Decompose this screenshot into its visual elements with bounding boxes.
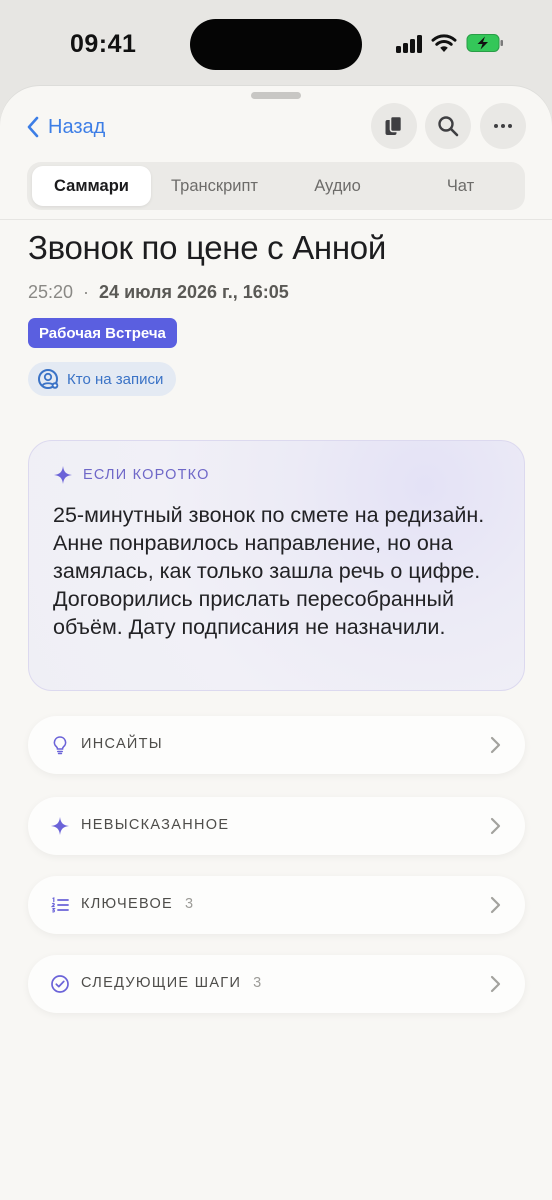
- tab-audio[interactable]: Аудио: [276, 166, 399, 206]
- section-label: СЛЕДУЮЩИЕ ШАГИ 3: [81, 975, 261, 991]
- chevron-right-icon: [490, 817, 501, 835]
- back-label: Назад: [48, 115, 106, 138]
- section-label: НЕВЫСКАЗАННОЕ: [81, 817, 241, 833]
- meta-separator: ·: [83, 282, 90, 302]
- section-title: КЛЮЧЕВОЕ: [81, 896, 174, 912]
- wifi-icon: [431, 34, 457, 52]
- page-title: Звонок по цене с Анной: [28, 229, 386, 266]
- battery-charging-icon: [466, 34, 503, 52]
- speakers-label: Кто на записи: [67, 370, 164, 388]
- section-unspoken[interactable]: НЕВЫСКАЗАННОЕ: [28, 797, 525, 855]
- section-title: СЛЕДУЮЩИЕ ШАГИ: [81, 975, 242, 991]
- chevron-right-icon: [490, 896, 501, 914]
- tab-summary[interactable]: Саммари: [32, 166, 151, 206]
- header-divider: [0, 219, 552, 220]
- chevron-left-icon: [27, 116, 39, 138]
- section-label: КЛЮЧЕВОЕ 3: [81, 896, 193, 912]
- chevron-right-icon: [490, 975, 501, 993]
- section-title: НЕВЫСКАЗАННОЕ: [81, 817, 230, 833]
- cellular-signal-icon: [396, 35, 424, 53]
- summary-heading: ЕСЛИ КОРОТКО: [53, 465, 210, 485]
- meeting-meta: 25:20 · 24 июля 2026 г., 16:05: [28, 282, 289, 303]
- meeting-date: 24 июля 2026 г., 16:05: [99, 282, 289, 302]
- sparkle-icon: [54, 466, 72, 484]
- view-tabs: Саммари Транскрипт Аудио Чат: [27, 162, 525, 210]
- copy-icon: [385, 115, 403, 135]
- chevron-right-icon: [490, 736, 501, 754]
- speakers-icon: [38, 369, 59, 389]
- meeting-duration: 25:20: [28, 282, 74, 302]
- more-button[interactable]: [480, 103, 526, 149]
- tab-transcript[interactable]: Транскрипт: [153, 166, 276, 206]
- tab-chat[interactable]: Чат: [399, 166, 522, 206]
- check-circle-icon: [51, 975, 69, 993]
- section-label: ИНСАЙТЫ: [81, 736, 175, 752]
- section-insights[interactable]: ИНСАЙТЫ: [28, 716, 525, 774]
- back-button[interactable]: Назад: [26, 114, 105, 140]
- section-count: 3: [185, 896, 194, 912]
- meeting-sheet: Назад Саммари Транскрипт Аудио Чат Звоно…: [0, 86, 552, 1200]
- summary-heading-label: ЕСЛИ КОРОТКО: [83, 467, 210, 483]
- summary-text: 25-минутный звонок по смете на редизайн.…: [53, 503, 485, 639]
- status-time: 09:41: [70, 30, 137, 58]
- search-button[interactable]: [425, 103, 471, 149]
- dynamic-island: [190, 19, 362, 70]
- section-key-points[interactable]: КЛЮЧЕВОЕ 3: [28, 876, 525, 934]
- summary-card: ЕСЛИ КОРОТКО 25-минутный звонок по смете…: [28, 440, 525, 691]
- copy-button[interactable]: [371, 103, 417, 149]
- more-dots-icon: [494, 124, 512, 128]
- speakers-button[interactable]: Кто на записи: [28, 362, 177, 396]
- search-icon: [438, 116, 459, 137]
- section-title: ИНСАЙТЫ: [81, 736, 163, 752]
- sheet-grabber[interactable]: [251, 92, 301, 99]
- status-bar: 09:41: [0, 0, 552, 90]
- lightbulb-icon: [53, 736, 67, 755]
- sparkle-icon: [51, 817, 69, 835]
- numbered-list-icon: [50, 897, 69, 913]
- section-next-steps[interactable]: СЛЕДУЮЩИЕ ШАГИ 3: [28, 955, 525, 1013]
- meeting-type-badge[interactable]: Рабочая Встреча: [28, 318, 177, 348]
- section-count: 3: [253, 975, 262, 991]
